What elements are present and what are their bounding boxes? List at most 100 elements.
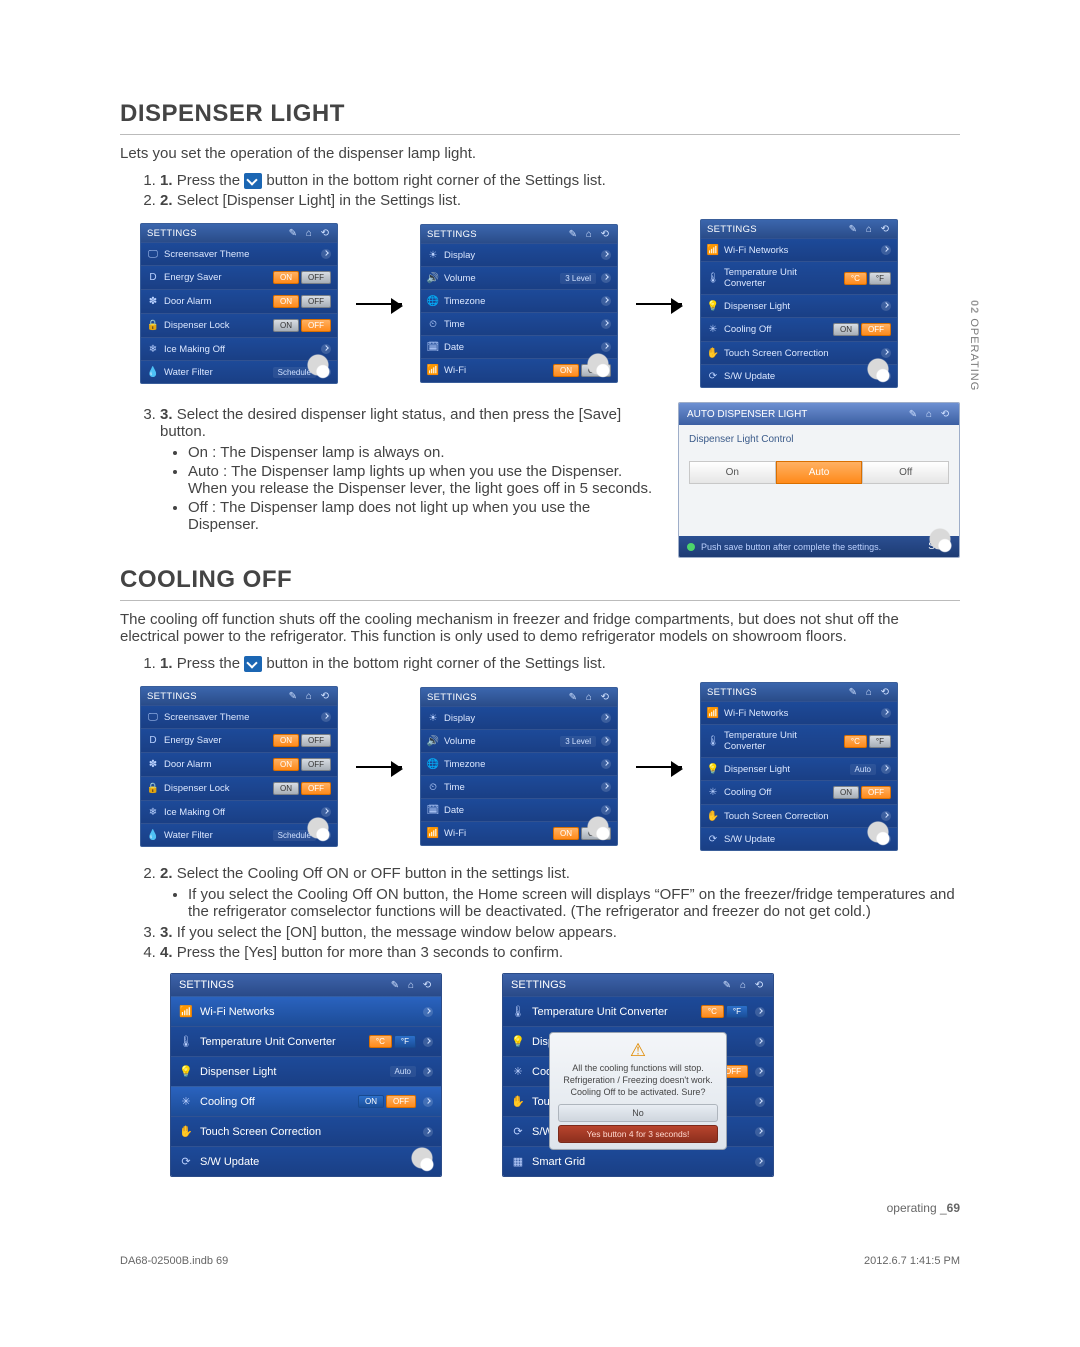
back-icon[interactable]: ⟲ [319,690,331,702]
toggle-pill[interactable]: ON [358,1095,384,1108]
settings-row[interactable]: ❄ Ice Making Off [141,337,337,360]
chevron-right-icon[interactable] [601,736,611,746]
home-icon[interactable]: ⌂ [863,686,875,698]
chevron-right-icon[interactable] [755,1037,765,1047]
settings-row[interactable]: 💡 Dispenser LightAuto [171,1056,441,1086]
settings-row[interactable]: ⟳ S/W Update [701,827,897,850]
chevron-right-icon[interactable] [601,713,611,723]
toggle-pill[interactable]: °F [726,1005,748,1018]
settings-row[interactable]: 🌐 Timezone [421,289,617,312]
chevron-right-icon[interactable] [321,367,331,377]
back-icon[interactable]: ⟲ [879,223,891,235]
settings-row[interactable]: 🌡 Temperature Unit Converter°C°F [701,261,897,294]
chevron-right-icon[interactable] [423,1157,433,1167]
chevron-right-icon[interactable] [881,708,891,718]
chevron-right-icon[interactable] [881,834,891,844]
toggle-pill[interactable]: °C [844,272,867,285]
chevron-right-icon[interactable] [881,245,891,255]
settings-row[interactable]: 🌡 Temperature Unit Converter°C°F [503,996,773,1026]
edit-icon[interactable]: ✎ [567,691,579,703]
chevron-right-icon[interactable] [755,1067,765,1077]
toggle-pill[interactable]: OFF [301,758,331,771]
home-icon[interactable]: ⌂ [583,228,595,240]
toggle-pill[interactable]: OFF [301,271,331,284]
chevron-right-icon[interactable] [881,811,891,821]
chevron-right-icon[interactable] [881,348,891,358]
toggle-pill[interactable]: ON [553,364,579,377]
settings-row[interactable]: ⏲ Time [421,312,617,335]
toggle-pill[interactable]: °C [369,1035,392,1048]
chevron-right-icon[interactable] [423,1007,433,1017]
chevron-right-icon[interactable] [321,344,331,354]
home-icon[interactable]: ⌂ [737,979,749,991]
settings-row[interactable]: 🖵 Screensaver Theme [141,705,337,728]
toggle-pill[interactable]: OFF [861,786,891,799]
settings-row[interactable]: 🗓 Date [421,335,617,358]
settings-row[interactable]: 📶 Wi-Fi Networks [701,238,897,261]
chevron-right-icon[interactable] [755,1127,765,1137]
settings-row[interactable]: 🔒 Dispenser LockONOFF [141,313,337,337]
settings-row[interactable]: 📶 Wi-FiONOFF [421,821,617,845]
toggle-pill[interactable]: ON [273,758,299,771]
home-icon[interactable]: ⌂ [303,690,315,702]
settings-row[interactable]: 💧 Water FilterSchedule [141,360,337,383]
chevron-right-icon[interactable] [881,301,891,311]
chevron-right-icon[interactable] [321,830,331,840]
settings-row[interactable]: ▦ Smart Grid [503,1146,773,1176]
seg-off[interactable]: Off [862,461,949,484]
home-icon[interactable]: ⌂ [303,227,315,239]
back-icon[interactable]: ⟲ [599,691,611,703]
settings-row[interactable]: 🖵 Screensaver Theme [141,242,337,265]
settings-row[interactable]: ✽ Door AlarmONOFF [141,752,337,776]
toggle-pill[interactable]: OFF [301,782,331,795]
chevron-right-icon[interactable] [601,319,611,329]
toggle-pill[interactable]: OFF [301,734,331,747]
edit-icon[interactable]: ✎ [567,228,579,240]
back-icon[interactable]: ⟲ [939,408,951,420]
settings-row[interactable]: ✳ Cooling OffONOFF [701,780,897,804]
toggle-pill[interactable]: OFF [581,827,611,840]
settings-row[interactable]: 🔊 Volume3 Level [421,266,617,289]
chevron-right-icon[interactable] [423,1127,433,1137]
settings-row[interactable]: 💡 Dispenser Light [701,294,897,317]
settings-row[interactable]: ✋ Touch Screen Correction [701,341,897,364]
toggle-pill[interactable]: OFF [386,1095,416,1108]
settings-row[interactable]: ⏲ Time [421,775,617,798]
settings-row[interactable]: ✋ Touch Screen Correction [701,804,897,827]
chevron-right-icon[interactable] [881,764,891,774]
edit-icon[interactable]: ✎ [847,686,859,698]
settings-row[interactable]: ☀ Display [421,243,617,266]
save-button[interactable]: Save [928,541,951,552]
toggle-pill[interactable]: ON [273,271,299,284]
back-icon[interactable]: ⟲ [599,228,611,240]
no-button[interactable]: No [558,1104,718,1122]
settings-row[interactable]: ⟳ S/W Update [701,364,897,387]
chevron-right-icon[interactable] [601,782,611,792]
chevron-right-icon[interactable] [881,371,891,381]
settings-row[interactable]: ⟳ S/W Update [171,1146,441,1176]
settings-row[interactable]: 💧 Water FilterSchedule [141,823,337,846]
home-icon[interactable]: ⌂ [583,691,595,703]
settings-row[interactable]: 🌐 Timezone [421,752,617,775]
settings-row[interactable]: D Energy SaverONOFF [141,728,337,752]
chevron-right-icon[interactable] [423,1067,433,1077]
toggle-pill[interactable]: ON [833,323,859,336]
back-icon[interactable]: ⟲ [879,686,891,698]
home-icon[interactable]: ⌂ [405,979,417,991]
toggle-pill[interactable]: °F [394,1035,416,1048]
back-icon[interactable]: ⟲ [421,979,433,991]
toggle-pill[interactable]: OFF [301,295,331,308]
chevron-right-icon[interactable] [321,807,331,817]
toggle-pill[interactable]: ON [273,295,299,308]
settings-row[interactable]: 🌡 Temperature Unit Converter°C°F [171,1026,441,1056]
settings-row[interactable]: ☀ Display [421,706,617,729]
back-icon[interactable]: ⟲ [319,227,331,239]
settings-row[interactable]: 🔊 Volume3 Level [421,729,617,752]
home-icon[interactable]: ⌂ [863,223,875,235]
chevron-right-icon[interactable] [601,759,611,769]
chevron-right-icon[interactable] [755,1007,765,1017]
toggle-pill[interactable]: ON [273,782,299,795]
settings-row[interactable]: D Energy SaverONOFF [141,265,337,289]
toggle-pill[interactable]: OFF [861,323,891,336]
toggle-pill[interactable]: ON [833,786,859,799]
